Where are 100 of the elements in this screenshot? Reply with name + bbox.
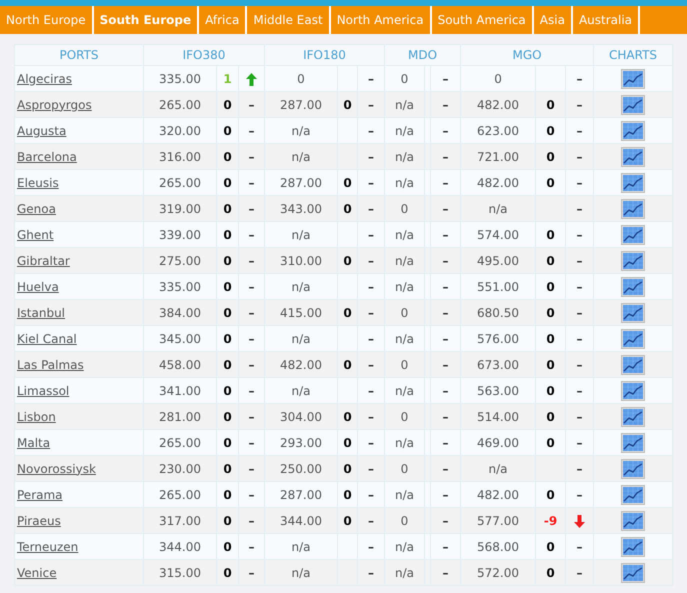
price-cell: 287.00 xyxy=(264,170,338,196)
no-change-dash: – xyxy=(368,358,374,372)
no-change-dash: – xyxy=(576,228,583,242)
no-change-dash: – xyxy=(442,436,449,450)
no-change-dash: – xyxy=(442,514,449,528)
no-change-dash: – xyxy=(442,540,449,554)
price-cell: n/a xyxy=(264,222,338,248)
no-change-dash: – xyxy=(576,488,583,502)
line-chart-icon[interactable] xyxy=(621,146,646,166)
price-cell: 339.00 xyxy=(144,222,216,248)
line-chart-icon[interactable] xyxy=(621,354,646,374)
line-chart-icon[interactable] xyxy=(621,276,646,296)
no-change-dash: – xyxy=(442,254,449,268)
change-value: 0 xyxy=(223,462,232,476)
line-chart-icon[interactable] xyxy=(621,94,646,114)
port-link[interactable]: Eleusis xyxy=(17,176,59,190)
line-chart-icon[interactable] xyxy=(621,172,646,192)
line-chart-icon[interactable] xyxy=(621,224,646,244)
no-change-dash: – xyxy=(248,176,254,190)
price-cell: 0 xyxy=(264,66,338,92)
line-chart-icon[interactable] xyxy=(621,380,646,400)
no-change-dash: – xyxy=(248,540,254,554)
price-cell: 574.00 xyxy=(460,222,536,248)
line-chart-icon[interactable] xyxy=(621,406,646,426)
change-value: 0 xyxy=(546,98,555,112)
port-link[interactable]: Ghent xyxy=(17,228,54,242)
no-change-dash: – xyxy=(442,124,449,138)
change-value: 0 xyxy=(223,280,232,294)
no-change-dash: – xyxy=(248,280,254,294)
no-change-dash: – xyxy=(368,332,374,346)
price-cell: 0 xyxy=(384,508,424,534)
price-cell: 319.00 xyxy=(144,196,216,222)
price-cell: 265.00 xyxy=(144,430,216,456)
no-change-dash: – xyxy=(248,254,254,268)
column-header: MGO xyxy=(460,44,594,66)
line-chart-icon[interactable] xyxy=(621,328,646,348)
price-cell: 341.00 xyxy=(144,378,216,404)
no-change-dash: – xyxy=(576,410,583,424)
no-change-dash: – xyxy=(442,410,449,424)
port-link[interactable]: Genoa xyxy=(17,202,56,216)
line-chart-icon[interactable] xyxy=(621,562,646,582)
price-cell: 0 xyxy=(384,456,424,482)
line-chart-icon[interactable] xyxy=(621,120,646,140)
change-value: 0 xyxy=(223,124,232,138)
price-cell: 563.00 xyxy=(460,378,536,404)
no-change-dash: – xyxy=(576,98,583,112)
no-change-dash: – xyxy=(442,98,449,112)
price-cell: 344.00 xyxy=(264,508,338,534)
column-header: PORTS xyxy=(14,44,144,66)
no-change-dash: – xyxy=(442,72,449,86)
port-link[interactable]: Lisbon xyxy=(17,410,56,424)
price-cell: n/a xyxy=(384,378,424,404)
line-chart-icon[interactable] xyxy=(621,250,646,270)
no-change-dash: – xyxy=(442,358,449,372)
price-cell: n/a xyxy=(264,118,338,144)
change-value: 0 xyxy=(343,202,352,216)
change-value: 0 xyxy=(546,150,555,164)
price-cell: n/a xyxy=(460,456,536,482)
no-change-dash: – xyxy=(368,488,374,502)
change-value: 0 xyxy=(223,150,232,164)
change-value: 0 xyxy=(546,410,555,424)
price-cell: n/a xyxy=(384,144,424,170)
line-chart-icon[interactable] xyxy=(621,432,646,452)
no-change-dash: – xyxy=(248,98,254,112)
no-change-dash: – xyxy=(248,488,254,502)
no-change-dash: – xyxy=(576,332,583,346)
change-value: 0 xyxy=(223,254,232,268)
up-arrow-icon xyxy=(246,72,257,86)
price-cell: 482.00 xyxy=(460,92,536,118)
price-cell: n/a xyxy=(384,118,424,144)
line-chart-icon[interactable] xyxy=(621,198,646,218)
port-link[interactable]: Malta xyxy=(17,436,50,450)
no-change-dash: – xyxy=(368,202,374,216)
no-change-dash: – xyxy=(248,332,254,346)
port-link[interactable]: Perama xyxy=(17,488,63,502)
line-chart-icon[interactable] xyxy=(621,458,646,478)
price-cell: 482.00 xyxy=(460,482,536,508)
change-value: -9 xyxy=(544,514,558,528)
port-link[interactable]: Venice xyxy=(17,566,57,580)
price-cell: 0 xyxy=(384,66,424,92)
no-change-dash: – xyxy=(442,384,449,398)
price-cell: 287.00 xyxy=(264,482,338,508)
price-cell: n/a xyxy=(384,222,424,248)
no-change-dash: – xyxy=(576,254,583,268)
price-cell: 293.00 xyxy=(264,430,338,456)
line-chart-icon[interactable] xyxy=(621,68,646,88)
price-cell: n/a xyxy=(384,560,424,586)
line-chart-icon[interactable] xyxy=(621,510,646,530)
line-chart-icon[interactable] xyxy=(621,536,646,556)
port-link[interactable]: Huelva xyxy=(17,280,59,294)
port-link[interactable]: Piraeus xyxy=(17,514,61,528)
price-cell: n/a xyxy=(384,482,424,508)
price-cell: 0 xyxy=(384,196,424,222)
no-change-dash: – xyxy=(368,254,374,268)
change-value: 0 xyxy=(546,384,555,398)
line-chart-icon[interactable] xyxy=(621,302,646,322)
price-cell: 458.00 xyxy=(144,352,216,378)
price-cell: 482.00 xyxy=(264,352,338,378)
line-chart-icon[interactable] xyxy=(621,484,646,504)
no-change-dash: – xyxy=(442,306,449,320)
